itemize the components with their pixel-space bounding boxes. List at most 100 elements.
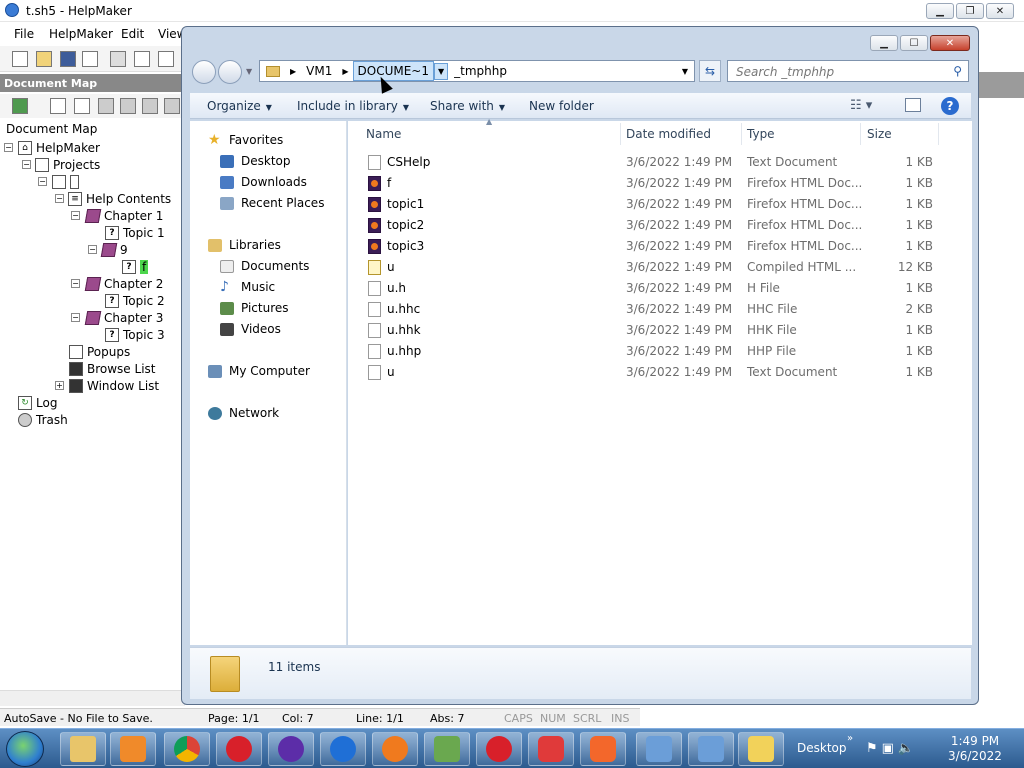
share-with-button[interactable]: Share with ▼ [430,99,505,113]
recent-pages-dropdown[interactable]: ▼ [246,67,252,76]
chevron-right-icon[interactable]: ▶ [286,67,300,76]
nav-desktop[interactable]: Desktop [220,154,291,168]
dialog-minimize-button[interactable]: ▁ [870,35,898,51]
table-row[interactable]: topic3 3/6/2022 1:49 PM Firefox HTML Doc..… [348,236,968,257]
menu-edit[interactable]: Edit [121,27,144,41]
add-topic-icon[interactable] [12,98,28,114]
column-header-name[interactable]: Name [366,127,401,141]
new-icon[interactable] [12,51,28,67]
clock[interactable]: 1:49 PM 3/6/2022 [945,734,1005,764]
preview-pane-icon[interactable] [905,98,921,112]
nav-pictures[interactable]: Pictures [220,301,289,315]
nav-favorites[interactable]: ★ Favorites [208,133,283,148]
tree-node-topic3[interactable]: ? Topic 3 [105,326,165,343]
tool-icon-3[interactable] [142,98,158,114]
tree-node-chapter1[interactable]: Chapter 1 [84,207,163,224]
tool-icon-4[interactable] [164,98,180,114]
taskbar-explorer[interactable] [60,732,106,766]
forward-button[interactable] [218,60,242,84]
table-row[interactable]: topic1 3/6/2022 1:49 PM Firefox HTML Doc..… [348,194,968,215]
print-preview-icon[interactable] [134,51,150,67]
breadcrumb-vm1[interactable]: VM1 [300,64,338,78]
tree-node-projects[interactable]: Projects [35,156,100,173]
collapse-icon[interactable]: − [22,160,31,169]
collapse-icon[interactable]: − [88,245,97,254]
organize-button[interactable]: Organize ▼ [207,99,272,113]
menu-helpmaker[interactable]: HelpMaker [49,27,113,41]
table-row[interactable]: CSHelp 3/6/2022 1:49 PM Text Document 1 KB [348,152,968,173]
minimize-button[interactable]: ▁ [926,3,954,19]
column-divider[interactable] [860,123,861,145]
tree-node-f[interactable]: ? f [122,258,149,275]
save-icon[interactable] [60,51,76,67]
spellcheck-icon[interactable] [158,51,174,67]
tree-node-trash[interactable]: Trash [18,411,68,428]
tree-node-helpmaker[interactable]: ⌂ HelpMaker [18,139,100,156]
toolbar-chevron-icon[interactable]: » [847,733,853,744]
tree-node-topic1[interactable]: ? Topic 1 [105,224,165,241]
tree-node-log[interactable]: ↻ Log [18,394,57,411]
column-divider[interactable] [620,123,621,145]
new-folder-button[interactable]: New folder [529,99,594,113]
open-icon[interactable] [36,51,52,67]
dialog-close-button[interactable]: ✕ [930,35,970,51]
nav-my-computer[interactable]: My Computer [208,364,310,378]
collapse-icon[interactable]: − [71,211,80,220]
column-header-type[interactable]: Type [747,127,775,141]
table-row[interactable]: u.h 3/6/2022 1:49 PM H File 1 KB [348,278,968,299]
table-row[interactable]: u 3/6/2022 1:49 PM Compiled HTML ... 12 KB [348,257,968,278]
tool-icon-2[interactable] [120,98,136,114]
help-icon[interactable]: ? [941,97,959,115]
collapse-icon[interactable]: − [71,313,80,322]
table-row[interactable]: topic2 3/6/2022 1:49 PM Firefox HTML Doc..… [348,215,968,236]
desktop-toolbar-label[interactable]: Desktop [797,741,847,755]
search-icon[interactable]: ⚲ [953,64,962,78]
dialog-maximize-button[interactable]: ☐ [900,35,928,51]
chevron-right-icon[interactable]: ▶ [338,67,352,76]
tree-node-browse-list[interactable]: Browse List [69,360,155,377]
tree-node-project[interactable] [52,173,83,190]
taskbar-app[interactable] [424,732,470,766]
back-button[interactable] [192,60,216,84]
column-header-date[interactable]: Date modified [626,127,711,141]
taskbar-firefox-3[interactable] [372,732,418,766]
table-row[interactable]: u.hhk 3/6/2022 1:49 PM HHK File 1 KB [348,320,968,341]
table-row[interactable]: u.hhp 3/6/2022 1:49 PM HHP File 1 KB [348,341,968,362]
collapse-icon[interactable]: − [4,143,13,152]
start-button[interactable] [6,731,44,767]
tree-node-chapter3[interactable]: Chapter 3 [84,309,163,326]
restore-button[interactable]: ❐ [956,3,984,19]
column-divider[interactable] [741,123,742,145]
include-in-library-button[interactable]: Include in library ▼ [297,99,409,113]
nav-videos[interactable]: Videos [220,322,281,336]
taskbar-chrome[interactable] [164,732,210,766]
close-button[interactable]: ✕ [986,3,1014,19]
taskbar-vivaldi[interactable] [528,732,574,766]
table-row[interactable]: u 3/6/2022 1:49 PM Text Document 1 KB [348,362,968,383]
tool-icon-1[interactable] [98,98,114,114]
taskbar-opera-2[interactable] [476,732,522,766]
tree-node-window-list[interactable]: Window List [69,377,159,394]
collapse-icon[interactable]: − [71,279,80,288]
tree-node-chapter2[interactable]: Chapter 2 [84,275,163,292]
taskbar-firefox-2[interactable] [320,732,366,766]
taskbar-opera[interactable] [216,732,262,766]
system-tray-icons[interactable]: ⚑▣🔈 [866,741,918,756]
change-view-icon[interactable]: ☷ ▾ [850,98,872,113]
print-icon[interactable] [110,51,126,67]
tree-node-popups[interactable]: Popups [69,343,130,360]
collapse-icon[interactable]: − [55,194,64,203]
breadcrumb-docume[interactable]: DOCUME~1 [352,61,434,81]
properties-icon[interactable] [50,98,66,114]
taskbar-helpmaker[interactable] [738,732,784,766]
nav-downloads[interactable]: Downloads [220,175,307,189]
column-divider[interactable] [938,123,939,145]
chevron-down-icon[interactable]: ▼ [434,62,449,80]
nav-music[interactable]: ♪ Music [220,280,275,295]
nav-libraries[interactable]: Libraries [208,238,281,252]
breadcrumb-tmphhp[interactable]: _tmphhp [448,64,513,78]
taskbar-firefox-1[interactable] [268,732,314,766]
table-row[interactable]: u.hhc 3/6/2022 1:49 PM HHC File 2 KB [348,299,968,320]
tree-horizontal-scrollbar[interactable] [0,690,185,706]
refresh-icon[interactable]: ⇆ [699,60,721,82]
